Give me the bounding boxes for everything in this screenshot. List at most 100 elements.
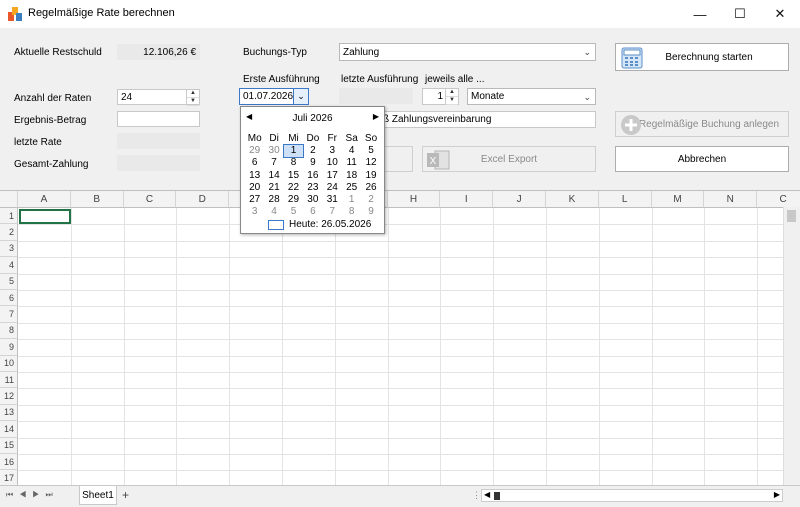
date-dropdown-icon[interactable]: ⌄	[293, 89, 308, 104]
active-cell-a1[interactable]	[19, 209, 71, 224]
column-header[interactable]: K	[546, 191, 599, 208]
column-header[interactable]: N	[704, 191, 758, 208]
spin-up-icon[interactable]: ▲	[446, 89, 458, 97]
calendar-day[interactable]: 9	[303, 157, 322, 169]
calendar-day[interactable]: 1	[342, 194, 361, 206]
row-header[interactable]: 1	[0, 208, 18, 225]
column-header[interactable]: C	[757, 191, 800, 208]
calendar-day[interactable]: 17	[323, 170, 342, 182]
calendar-day[interactable]: 29	[284, 194, 303, 206]
erste-ausfuehrung-date[interactable]: 01.07.2026 ⌄	[239, 88, 309, 105]
calendar-day[interactable]: 19	[361, 170, 380, 182]
column-header[interactable]: J	[493, 191, 546, 208]
row-header[interactable]: 13	[0, 404, 18, 422]
scroll-left-icon[interactable]: ◀	[484, 490, 490, 499]
next-month-icon[interactable]: ▶	[373, 112, 379, 121]
row-header[interactable]: 4	[0, 257, 18, 274]
row-header[interactable]: 12	[0, 388, 18, 405]
row-header[interactable]: 14	[0, 421, 18, 438]
calendar-day[interactable]: 30	[303, 194, 322, 206]
column-header[interactable]: M	[651, 191, 705, 208]
calendar-day[interactable]: 27	[245, 194, 264, 206]
today-link[interactable]: Heute: 26.05.2026	[289, 219, 371, 230]
calendar-day[interactable]: 3	[245, 206, 264, 218]
calendar-day[interactable]: 12	[361, 157, 380, 169]
column-header[interactable]: D	[176, 191, 230, 208]
splitter-icon[interactable]: ⋮	[472, 490, 481, 501]
buchungstyp-select[interactable]: Zahlung ⌄	[339, 43, 596, 61]
minimize-button[interactable]: —	[680, 0, 720, 28]
column-header[interactable]: I	[440, 191, 494, 208]
calendar-day[interactable]: 18	[342, 170, 361, 182]
calendar-day[interactable]: 15	[284, 170, 303, 182]
calendar-day[interactable]: 1	[282, 144, 305, 159]
calendar-day[interactable]: 16	[303, 170, 322, 182]
vertical-scroll-thumb[interactable]	[787, 210, 796, 222]
calendar-day[interactable]: 13	[245, 170, 264, 182]
scroll-right-icon[interactable]: ▶	[774, 490, 780, 499]
row-header[interactable]: 11	[0, 372, 18, 389]
calendar-day[interactable]: 6	[245, 157, 264, 169]
calendar-month[interactable]: Juli 2026	[241, 113, 384, 124]
calendar-day[interactable]: 9	[361, 206, 380, 218]
sheet-nav-arrows-icon[interactable]: ⏮◀▶⏭	[6, 490, 59, 500]
jeweils-stepper[interactable]: 1 ▲ ▼	[422, 88, 459, 105]
calendar-day[interactable]: 24	[323, 182, 342, 194]
calendar-day[interactable]: 5	[284, 206, 303, 218]
row-header[interactable]: 6	[0, 290, 18, 307]
maximize-button[interactable]: ☐	[720, 0, 760, 28]
vertical-scrollbar[interactable]	[783, 207, 800, 485]
row-header[interactable]: 3	[0, 240, 18, 258]
calendar-day[interactable]: 3	[323, 145, 342, 157]
ergebnis-field[interactable]	[117, 111, 200, 127]
calendar-day[interactable]: 25	[342, 182, 361, 194]
column-header[interactable]: C	[123, 191, 177, 208]
row-header[interactable]: 9	[0, 339, 18, 356]
anzahl-spin-buttons[interactable]: ▲ ▼	[186, 90, 199, 106]
select-all-corner[interactable]	[0, 191, 18, 208]
jeweils-spin-buttons[interactable]: ▲ ▼	[445, 89, 458, 105]
spreadsheet-grid[interactable]: ABCDEFGHIJKLMNC 123456789101112131415161…	[0, 190, 800, 488]
row-header[interactable]: 10	[0, 355, 18, 372]
calendar-day[interactable]: 7	[264, 157, 283, 169]
spin-up-icon[interactable]: ▲	[187, 90, 199, 98]
calendar-day[interactable]: 7	[323, 206, 342, 218]
horizontal-scroll-thumb[interactable]	[494, 492, 500, 500]
anzahl-raten-stepper[interactable]: 24 ▲ ▼	[117, 89, 200, 106]
calendar-day[interactable]: 8	[284, 157, 303, 169]
calendar-day[interactable]: 22	[284, 182, 303, 194]
calendar-day[interactable]: 14	[264, 170, 283, 182]
calendar-day[interactable]: 5	[361, 145, 380, 157]
horizontal-scrollbar[interactable]: ◀ ▶	[481, 489, 783, 502]
abbrechen-button[interactable]: Abbrechen	[615, 146, 789, 172]
spin-down-icon[interactable]: ▼	[187, 98, 199, 106]
calendar-day[interactable]: 2	[361, 194, 380, 206]
row-header[interactable]: 8	[0, 322, 18, 340]
calendar-popup[interactable]: ◀ Juli 2026 ▶ Mo Di Mi Do Fr Sa So 29 30 1 2 3 4 5 6 7 8…	[240, 106, 385, 234]
row-header[interactable]: 5	[0, 273, 18, 290]
add-sheet-button[interactable]: +	[122, 488, 129, 502]
calendar-day[interactable]: 4	[264, 206, 283, 218]
calendar-day[interactable]: 6	[303, 206, 322, 218]
regelmaessige-buchung-button[interactable]: Regelmäßige Buchung anlegen	[615, 111, 789, 137]
calendar-day[interactable]: 4	[342, 145, 361, 157]
excel-export-button[interactable]: X Excel Export	[422, 146, 596, 172]
berechnung-starten-button[interactable]: Berechnung starten	[615, 43, 789, 71]
row-header[interactable]: 7	[0, 306, 18, 323]
calendar-day[interactable]: 31	[323, 194, 342, 206]
calendar-day[interactable]: 2	[303, 145, 322, 157]
row-header[interactable]: 15	[0, 437, 18, 454]
column-header[interactable]: B	[70, 191, 124, 208]
calendar-day[interactable]: 23	[303, 182, 322, 194]
calendar-day[interactable]: 10	[323, 157, 342, 169]
close-button[interactable]: ✕	[760, 0, 800, 28]
calendar-day[interactable]: 29	[245, 145, 264, 157]
row-header[interactable]: 2	[0, 224, 18, 241]
column-header[interactable]: A	[18, 191, 71, 208]
calendar-day[interactable]: 21	[264, 182, 283, 194]
calendar-day[interactable]: 20	[245, 182, 264, 194]
spin-down-icon[interactable]: ▼	[446, 97, 458, 105]
row-header[interactable]: 16	[0, 454, 18, 471]
sheet-tab[interactable]: Sheet1	[79, 486, 117, 505]
column-header[interactable]: L	[598, 191, 652, 208]
